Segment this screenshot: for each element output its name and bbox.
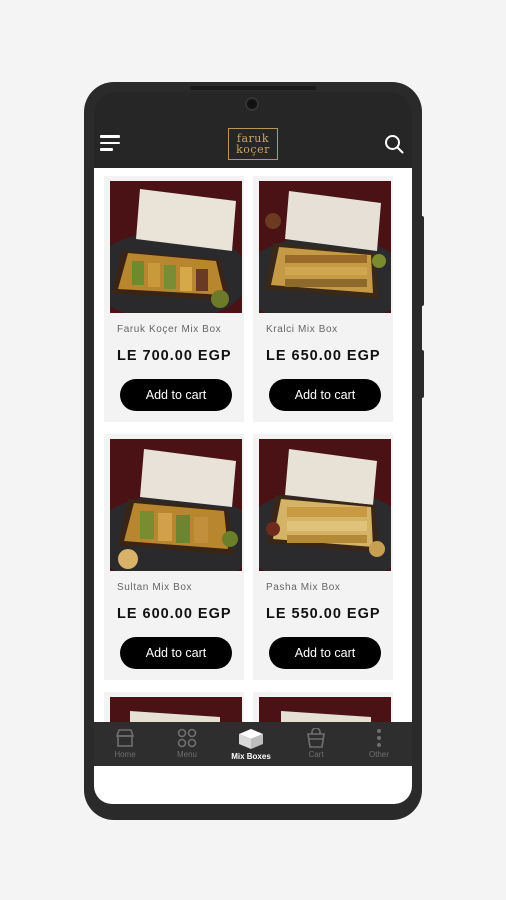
product-card[interactable]: Pasha Mix Box LE 550.00 EGP Add to cart (253, 434, 393, 680)
nav-label: Other (368, 750, 389, 759)
product-price: LE 700.00 EGP (117, 348, 232, 364)
product-image[interactable] (259, 181, 391, 313)
speaker (190, 86, 316, 90)
store-icon (115, 729, 135, 747)
product-price: LE 650.00 EGP (266, 348, 381, 364)
product-price: LE 600.00 EGP (117, 606, 232, 622)
product-image[interactable] (110, 439, 242, 571)
app-header: faruk koçer (94, 118, 412, 168)
menu-icon[interactable] (100, 135, 120, 151)
bottom-nav: Home Menu Mix Boxes Cart Other (94, 722, 412, 766)
product-image[interactable] (259, 439, 391, 571)
product-card[interactable]: Sultan Mix Box LE 600.00 EGP Add to cart (104, 434, 244, 680)
nav-mix-boxes[interactable]: Mix Boxes (220, 722, 282, 766)
nav-label: Menu (176, 750, 197, 759)
product-card[interactable]: Faruk Koçer Mix Box LE 700.00 EGP Add to… (104, 176, 244, 422)
bag-icon (307, 728, 325, 748)
product-card[interactable] (253, 692, 393, 722)
product-list[interactable]: Faruk Koçer Mix Box LE 700.00 EGP Add to… (94, 168, 412, 722)
home-indicator-area (94, 766, 412, 804)
nav-cart[interactable]: Cart (285, 722, 347, 766)
product-image[interactable] (259, 697, 391, 722)
product-card[interactable] (104, 692, 244, 722)
nav-other[interactable]: Other (348, 722, 410, 766)
nav-menu[interactable]: Menu (156, 722, 218, 766)
add-to-cart-button[interactable]: Add to cart (120, 379, 232, 411)
power-button (420, 350, 424, 398)
box-icon (239, 729, 263, 749)
product-name[interactable]: Sultan Mix Box (117, 582, 192, 593)
brand-logo[interactable]: faruk koçer (228, 128, 278, 160)
product-image[interactable] (110, 181, 242, 313)
product-name[interactable]: Pasha Mix Box (266, 582, 341, 593)
add-to-cart-button[interactable]: Add to cart (269, 379, 381, 411)
camera (245, 97, 259, 111)
product-image[interactable] (110, 697, 242, 722)
product-name[interactable]: Faruk Koçer Mix Box (117, 324, 221, 335)
add-to-cart-button[interactable]: Add to cart (269, 637, 381, 669)
product-card[interactable]: Kralci Mix Box LE 650.00 EGP Add to cart (253, 176, 393, 422)
nav-label: Cart (308, 750, 324, 759)
logo-line2: koçer (236, 143, 270, 156)
search-icon[interactable] (384, 134, 404, 154)
more-icon (377, 729, 381, 747)
volume-button (420, 216, 424, 306)
grid-icon (177, 728, 197, 748)
nav-label: Home (114, 750, 136, 759)
add-to-cart-button[interactable]: Add to cart (120, 637, 232, 669)
product-price: LE 550.00 EGP (266, 606, 381, 622)
product-name[interactable]: Kralci Mix Box (266, 324, 338, 335)
nav-home[interactable]: Home (94, 722, 156, 766)
nav-label: Mix Boxes (231, 752, 271, 761)
